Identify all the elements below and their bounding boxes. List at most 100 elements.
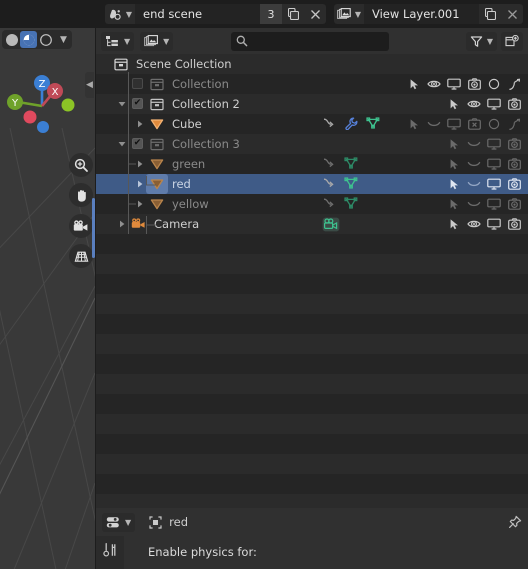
row-label[interactable]: Collection 2 <box>172 97 240 111</box>
expand-toggle[interactable] <box>118 140 126 148</box>
view-layer-name-field[interactable]: View Layer.001 <box>364 4 479 24</box>
monitor-toggle[interactable] <box>484 94 504 114</box>
outliner-empty-row[interactable] <box>96 234 528 254</box>
row-label[interactable]: green <box>172 157 205 171</box>
cursor-select-toggle[interactable] <box>444 134 464 154</box>
shading-options-dropdown[interactable]: ▼ <box>54 31 71 48</box>
outliner-row[interactable]: Collection <box>96 74 528 94</box>
row-label[interactable]: Collection <box>172 77 229 91</box>
mesh-data-icon[interactable] <box>366 117 380 129</box>
camera-render-toggle[interactable] <box>504 194 524 214</box>
camera-render-toggle[interactable] <box>464 74 484 94</box>
outliner-empty-row[interactable] <box>96 374 528 394</box>
view-layer-selector[interactable]: ▼ View Layer.001 <box>334 4 523 24</box>
monitor-toggle[interactable] <box>484 134 504 154</box>
eye-closed-toggle[interactable] <box>424 114 444 134</box>
cursor-select-toggle[interactable] <box>444 214 464 234</box>
cursor-select-toggle[interactable] <box>404 114 424 134</box>
material-shading-button[interactable] <box>37 31 54 48</box>
outliner-empty-row[interactable] <box>96 334 528 354</box>
monitor-toggle[interactable] <box>484 194 504 214</box>
camera-render-toggle[interactable] <box>504 94 524 114</box>
outliner-empty-row[interactable] <box>96 314 528 334</box>
wireframe-shading-button[interactable] <box>3 31 20 48</box>
properties-editor[interactable]: ▼ red Enable physics for: <box>96 508 528 569</box>
scene-duplicate-button[interactable] <box>282 4 304 24</box>
solid-shading-button[interactable] <box>20 31 37 48</box>
view-layer-unlink-button[interactable] <box>501 4 523 24</box>
outliner-empty-row[interactable] <box>96 414 528 434</box>
monitor-toggle[interactable] <box>444 74 464 94</box>
eye-open-toggle[interactable] <box>424 74 444 94</box>
viewport-scrollbar[interactable] <box>92 198 95 258</box>
3d-viewport[interactable]: ▼ Z X Y ◀ <box>0 28 95 569</box>
outliner-empty-row[interactable] <box>96 254 528 274</box>
modifier-wrench-icon[interactable] <box>344 117 358 130</box>
eye-open-toggle[interactable] <box>464 94 484 114</box>
scene-unlink-button[interactable] <box>304 4 326 24</box>
expand-toggle[interactable] <box>118 100 126 108</box>
outliner-row[interactable]: ✔ Collection 3 <box>96 134 528 154</box>
animation-icon[interactable] <box>322 157 336 169</box>
view-layer-icon[interactable]: ▼ <box>334 4 364 24</box>
scene-users-count[interactable]: 3 <box>260 4 282 24</box>
outliner-row[interactable]: Scene Collection <box>96 54 528 74</box>
outliner-empty-row[interactable] <box>96 394 528 414</box>
row-label[interactable]: red <box>172 177 191 191</box>
outliner-empty-row[interactable] <box>96 294 528 314</box>
eye-closed-toggle[interactable] <box>464 134 484 154</box>
expand-toggle[interactable] <box>136 180 144 188</box>
cursor-select-toggle[interactable] <box>444 174 464 194</box>
eye-closed-toggle[interactable] <box>464 194 484 214</box>
camera-data-icon[interactable] <box>322 217 340 232</box>
animation-icon[interactable] <box>322 117 336 129</box>
expand-toggle[interactable] <box>136 120 144 128</box>
new-collection-button[interactable] <box>501 31 523 51</box>
camera-render-toggle[interactable] <box>504 174 524 194</box>
navigation-gizmo[interactable]: Z X Y <box>6 66 78 138</box>
row-label[interactable]: Camera <box>154 217 199 231</box>
eye-closed-toggle[interactable] <box>464 154 484 174</box>
indirect-only-toggle[interactable] <box>504 114 524 134</box>
eye-open-toggle[interactable] <box>464 214 484 234</box>
outliner-empty-row[interactable] <box>96 274 528 294</box>
expand-toggle[interactable] <box>136 200 144 208</box>
row-label[interactable]: yellow <box>172 197 209 211</box>
row-label[interactable]: Collection 3 <box>172 137 240 151</box>
cursor-select-toggle[interactable] <box>444 154 464 174</box>
outliner-editor[interactable]: ▼ ▼ ▼ Scene Collection Collection ✔ Coll… <box>96 28 528 508</box>
outliner-empty-row[interactable] <box>96 454 528 474</box>
monitor-toggle[interactable] <box>484 214 504 234</box>
camera-render-disabled-toggle[interactable] <box>464 114 484 134</box>
camera-view-button[interactable] <box>69 214 93 238</box>
outliner-row[interactable]: Camera <box>96 214 528 234</box>
shading-mode-buttons[interactable]: ▼ <box>2 30 72 49</box>
sidebar-collapse-toggle[interactable]: ◀ <box>85 72 94 98</box>
monitor-toggle[interactable] <box>444 114 464 134</box>
cursor-select-toggle[interactable] <box>404 74 424 94</box>
id-type-filter-dropdown[interactable]: ▼ <box>140 31 174 51</box>
indirect-only-toggle[interactable] <box>504 74 524 94</box>
properties-editor-type-dropdown[interactable]: ▼ <box>102 512 136 532</box>
expand-toggle[interactable] <box>136 160 144 168</box>
collection-checkbox[interactable] <box>132 78 143 89</box>
outliner-row[interactable]: green <box>96 154 528 174</box>
camera-render-toggle[interactable] <box>504 214 524 234</box>
cursor-select-toggle[interactable] <box>444 94 464 114</box>
outliner-row[interactable]: Cube <box>96 114 528 134</box>
scene-icon[interactable]: ▼ <box>105 4 135 24</box>
row-label[interactable]: Scene Collection <box>136 57 232 71</box>
mesh-data-icon[interactable] <box>344 197 358 209</box>
outliner-row[interactable]: ✔ Collection 2 <box>96 94 528 114</box>
camera-render-toggle[interactable] <box>504 134 524 154</box>
mesh-data-icon[interactable] <box>344 157 358 169</box>
outliner-row[interactable]: red <box>96 174 528 194</box>
monitor-toggle[interactable] <box>484 154 504 174</box>
filter-dropdown[interactable]: ▼ <box>465 31 497 51</box>
mesh-data-icon[interactable] <box>344 177 358 189</box>
outliner-empty-row[interactable] <box>96 474 528 494</box>
scene-name-field[interactable]: end scene <box>135 4 260 24</box>
cursor-select-toggle[interactable] <box>444 194 464 214</box>
row-label[interactable]: Cube <box>172 117 202 131</box>
animation-icon[interactable] <box>322 177 336 189</box>
